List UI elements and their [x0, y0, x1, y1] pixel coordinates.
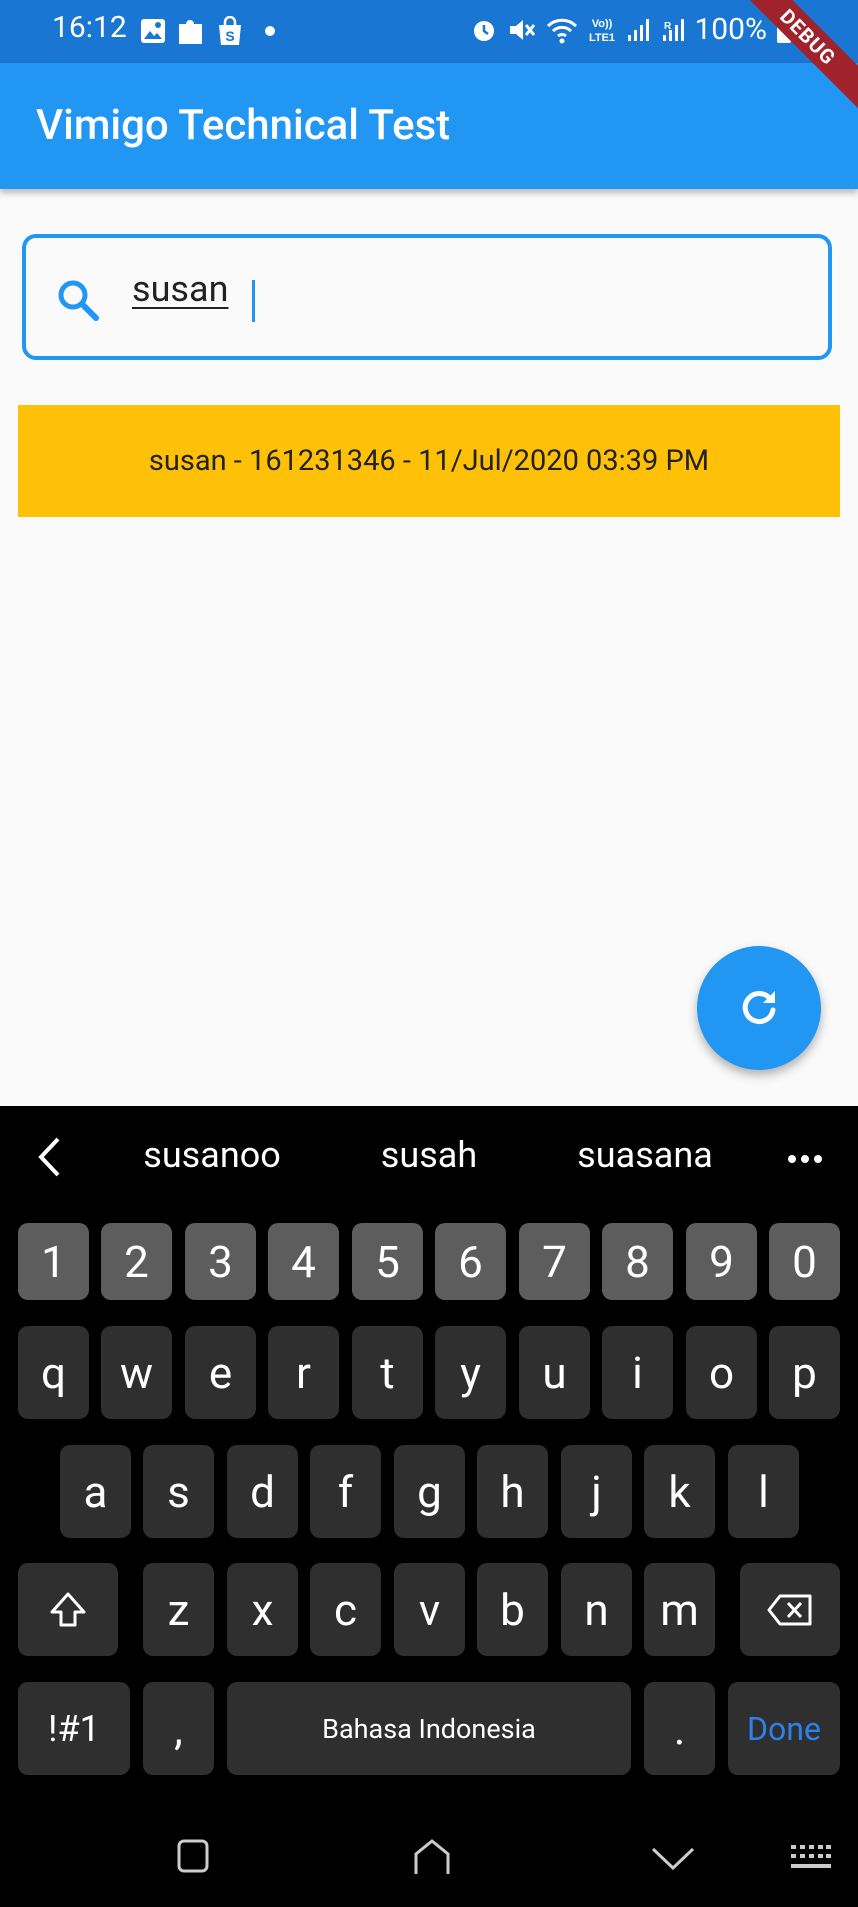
- backspace-icon: [767, 1594, 812, 1625]
- backspace-key[interactable]: [740, 1563, 840, 1656]
- refresh-button[interactable]: [697, 946, 821, 1070]
- key-o[interactable]: o: [686, 1326, 757, 1419]
- navigation-bar: [0, 1808, 858, 1907]
- text-caret: [252, 280, 255, 322]
- done-key[interactable]: Done: [728, 1682, 840, 1775]
- svg-text:LTE1: LTE1: [589, 32, 615, 44]
- search-icon: [58, 280, 99, 321]
- key-p[interactable]: p: [769, 1326, 840, 1419]
- key-r[interactable]: r: [268, 1326, 339, 1419]
- home-icon[interactable]: [412, 1838, 452, 1876]
- space-key[interactable]: Bahasa Indonesia: [227, 1682, 631, 1775]
- shift-icon: [50, 1592, 86, 1626]
- search-input[interactable]: susan: [132, 268, 228, 310]
- signal2-icon: R: [663, 18, 685, 41]
- key-b[interactable]: b: [477, 1563, 548, 1656]
- key-y[interactable]: y: [435, 1326, 506, 1419]
- key-k[interactable]: k: [644, 1445, 715, 1538]
- key-i[interactable]: i: [602, 1326, 673, 1419]
- period-key[interactable]: .: [644, 1682, 715, 1775]
- suggestion-bar: susanoo susah suasana: [0, 1106, 858, 1206]
- symbols-key[interactable]: !#1: [18, 1682, 130, 1775]
- comma-key[interactable]: ,: [143, 1682, 214, 1775]
- key-n[interactable]: n: [561, 1563, 632, 1656]
- shift-key[interactable]: [18, 1563, 118, 1656]
- keyboard-icon[interactable]: [790, 1844, 832, 1872]
- key-v[interactable]: v: [394, 1563, 465, 1656]
- more-icon[interactable]: [787, 1154, 823, 1164]
- chevron-down-icon[interactable]: [650, 1846, 696, 1872]
- key-2[interactable]: 2: [101, 1223, 172, 1300]
- suggestion-2[interactable]: susah: [381, 1134, 477, 1176]
- key-l[interactable]: l: [728, 1445, 799, 1538]
- status-bar: 16:12 S Vo)) LTE1 R 100%: [0, 0, 858, 63]
- battery-percent: 100%: [694, 12, 767, 47]
- status-time: 16:12: [52, 10, 127, 45]
- image-icon: [141, 19, 165, 43]
- key-q[interactable]: q: [18, 1326, 89, 1419]
- search-field[interactable]: susan: [22, 234, 832, 360]
- app-bar: Vimigo Technical Test: [0, 63, 858, 189]
- key-h[interactable]: h: [477, 1445, 548, 1538]
- refresh-icon: [742, 991, 776, 1025]
- list-item-text: susan - 161231346 - 11/Jul/2020 03:39 PM: [148, 444, 710, 478]
- key-s[interactable]: s: [143, 1445, 214, 1538]
- key-u[interactable]: u: [519, 1326, 590, 1419]
- recents-icon[interactable]: [176, 1838, 210, 1874]
- alarm-icon: [474, 20, 495, 41]
- key-3[interactable]: 3: [185, 1223, 256, 1300]
- svg-text:Vo)): Vo)): [592, 18, 613, 30]
- dot-icon: [265, 26, 275, 36]
- key-5[interactable]: 5: [352, 1223, 423, 1300]
- key-6[interactable]: 6: [435, 1223, 506, 1300]
- shop-icon: S: [219, 16, 241, 45]
- key-e[interactable]: e: [185, 1326, 256, 1419]
- suggestion-1[interactable]: susanoo: [143, 1134, 281, 1176]
- key-9[interactable]: 9: [686, 1223, 757, 1300]
- key-f[interactable]: f: [310, 1445, 381, 1538]
- volte-icon: Vo)) LTE1: [589, 18, 615, 44]
- key-t[interactable]: t: [352, 1326, 423, 1419]
- app-title: Vimigo Technical Test: [36, 101, 451, 150]
- key-1[interactable]: 1: [18, 1223, 89, 1300]
- suggestion-3[interactable]: suasana: [577, 1134, 713, 1176]
- key-m[interactable]: m: [644, 1563, 715, 1656]
- key-7[interactable]: 7: [519, 1223, 590, 1300]
- wifi-icon: [547, 18, 578, 43]
- svg-text:S: S: [225, 28, 234, 44]
- key-g[interactable]: g: [394, 1445, 465, 1538]
- key-z[interactable]: z: [143, 1563, 214, 1656]
- key-c[interactable]: c: [310, 1563, 381, 1656]
- key-x[interactable]: x: [227, 1563, 298, 1656]
- key-j[interactable]: j: [561, 1445, 632, 1538]
- chevron-left-icon[interactable]: [36, 1136, 62, 1178]
- key-8[interactable]: 8: [602, 1223, 673, 1300]
- signal-icon: [628, 18, 650, 41]
- key-a[interactable]: a: [60, 1445, 131, 1538]
- mute-icon: [510, 19, 536, 40]
- key-4[interactable]: 4: [268, 1223, 339, 1300]
- puzzle-icon: [179, 20, 202, 44]
- key-w[interactable]: w: [101, 1326, 172, 1419]
- key-d[interactable]: d: [227, 1445, 298, 1538]
- keyboard: susanoo susah suasana 1 2 3 4 5 6 7 8 9 …: [0, 1106, 858, 1808]
- key-0[interactable]: 0: [769, 1223, 840, 1300]
- list-item[interactable]: susan - 161231346 - 11/Jul/2020 03:39 PM: [18, 405, 840, 517]
